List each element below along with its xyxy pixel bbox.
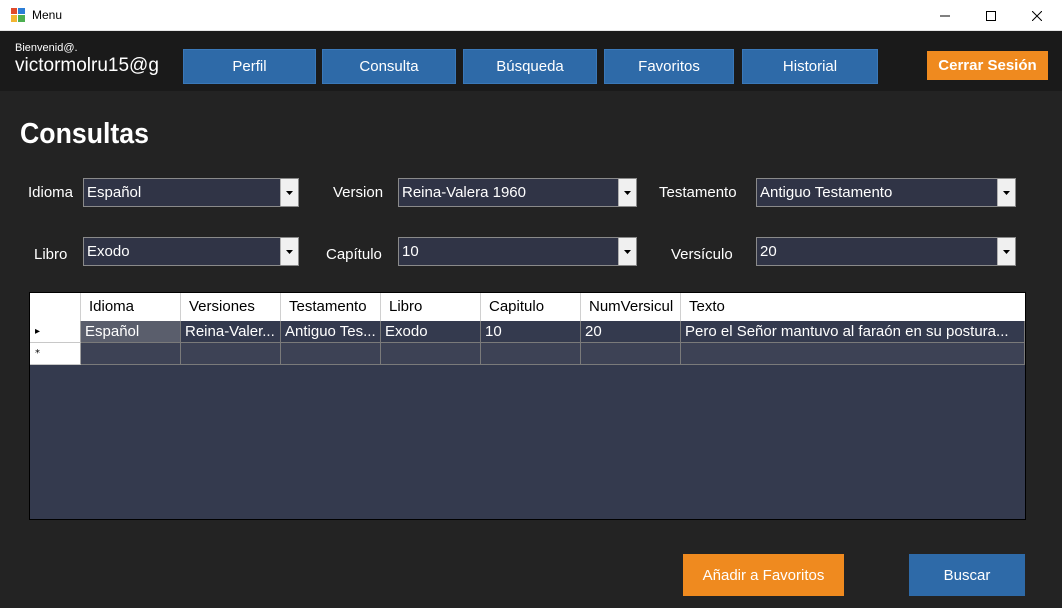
results-grid[interactable]: Idioma Versiones Testamento Libro Capitu… [29,292,1026,520]
col-header-texto[interactable]: Texto [681,293,1025,321]
version-value: Reina-Valera 1960 [402,184,526,201]
libro-select[interactable]: Exodo [83,237,299,266]
close-icon [1032,10,1042,21]
version-select[interactable]: Reina-Valera 1960 [398,178,637,207]
idioma-select[interactable]: Español [83,178,299,207]
maximize-icon [986,10,996,21]
capitulo-value: 10 [402,243,419,260]
versiculo-label: Versículo [671,246,733,263]
minimize-icon [940,15,950,16]
libro-value: Exodo [87,243,130,260]
cell-testamento[interactable]: Antiguo Tes... [281,321,381,343]
cell-capitulo[interactable]: 10 [481,321,581,343]
nav-consulta-button[interactable]: Consulta [322,49,456,84]
nav-perfil-button[interactable]: Perfil [183,49,316,84]
capitulo-dropdown-arrow[interactable] [618,238,636,265]
grid-corner-header[interactable] [30,293,81,321]
table-row[interactable]: ▸ Español Reina-Valer... Antiguo Tes... … [30,321,1025,343]
search-button[interactable]: Buscar [909,554,1025,596]
cell-numversiculo[interactable]: 20 [581,321,681,343]
row-selector[interactable]: ▸ [30,321,81,343]
cell-texto[interactable]: Pero el Señor mantuvo al faraón en su po… [681,321,1025,343]
window-titlebar: Menu [0,0,1062,31]
new-cell-libro[interactable] [381,343,481,365]
versiculo-dropdown-arrow[interactable] [997,238,1015,265]
libro-label: Libro [34,246,68,263]
nav-historial-button[interactable]: Historial [742,49,878,84]
top-navbar: Bienvenid@. victormolru15@g Perfil Consu… [0,31,1062,91]
idioma-dropdown-arrow[interactable] [280,179,298,206]
chevron-down-icon [624,190,631,195]
new-cell-idioma[interactable] [81,343,181,365]
current-row-icon: ▸ [35,326,41,337]
new-row[interactable]: * [30,343,1025,365]
testamento-value: Antiguo Testamento [760,184,893,201]
new-cell-texto[interactable] [681,343,1025,365]
col-header-numversiculo[interactable]: NumVersicul [581,293,681,321]
idioma-label: Idioma [28,184,74,201]
new-cell-testamento[interactable] [281,343,381,365]
version-dropdown-arrow[interactable] [618,179,636,206]
cell-versiones[interactable]: Reina-Valer... [181,321,281,343]
maximize-button[interactable] [968,0,1014,31]
cell-libro[interactable]: Exodo [381,321,481,343]
chevron-down-icon [1003,190,1010,195]
capitulo-select[interactable]: 10 [398,237,637,266]
new-cell-versiones[interactable] [181,343,281,365]
grid-header: Idioma Versiones Testamento Libro Capitu… [30,293,1025,321]
chevron-down-icon [1003,249,1010,254]
nav-busqueda-button[interactable]: Búsqueda [463,49,597,84]
version-label: Version [333,184,384,201]
idioma-value: Español [87,184,142,201]
page-title: Consultas [20,118,149,150]
col-header-versiones[interactable]: Versiones [181,293,281,321]
libro-dropdown-arrow[interactable] [280,238,298,265]
new-cell-numversiculo[interactable] [581,343,681,365]
versiculo-value: 20 [760,243,777,260]
minimize-button[interactable] [922,0,968,31]
new-row-icon: * [35,348,40,359]
col-header-capitulo[interactable]: Capitulo [481,293,581,321]
testamento-select[interactable]: Antiguo Testamento [756,178,1016,207]
username-label: victormolru15@g [15,55,159,76]
close-button[interactable] [1014,0,1060,31]
app-icon [11,8,25,22]
col-header-idioma[interactable]: Idioma [81,293,181,321]
testamento-label: Testamento [659,184,737,201]
welcome-text: Bienvenid@. [15,42,78,54]
chevron-down-icon [624,249,631,254]
capitulo-label: Capítulo [326,246,382,263]
col-header-testamento[interactable]: Testamento [281,293,381,321]
chevron-down-icon [286,249,293,254]
new-cell-capitulo[interactable] [481,343,581,365]
chevron-down-icon [286,190,293,195]
logout-button[interactable]: Cerrar Sesión [927,51,1048,80]
testamento-dropdown-arrow[interactable] [997,179,1015,206]
add-favorite-button[interactable]: Añadir a Favoritos [683,554,844,596]
cell-idioma[interactable]: Español [81,321,181,343]
window-title: Menu [32,8,63,22]
col-header-libro[interactable]: Libro [381,293,481,321]
new-row-selector[interactable]: * [30,343,81,365]
nav-favoritos-button[interactable]: Favoritos [604,49,734,84]
versiculo-select[interactable]: 20 [756,237,1016,266]
